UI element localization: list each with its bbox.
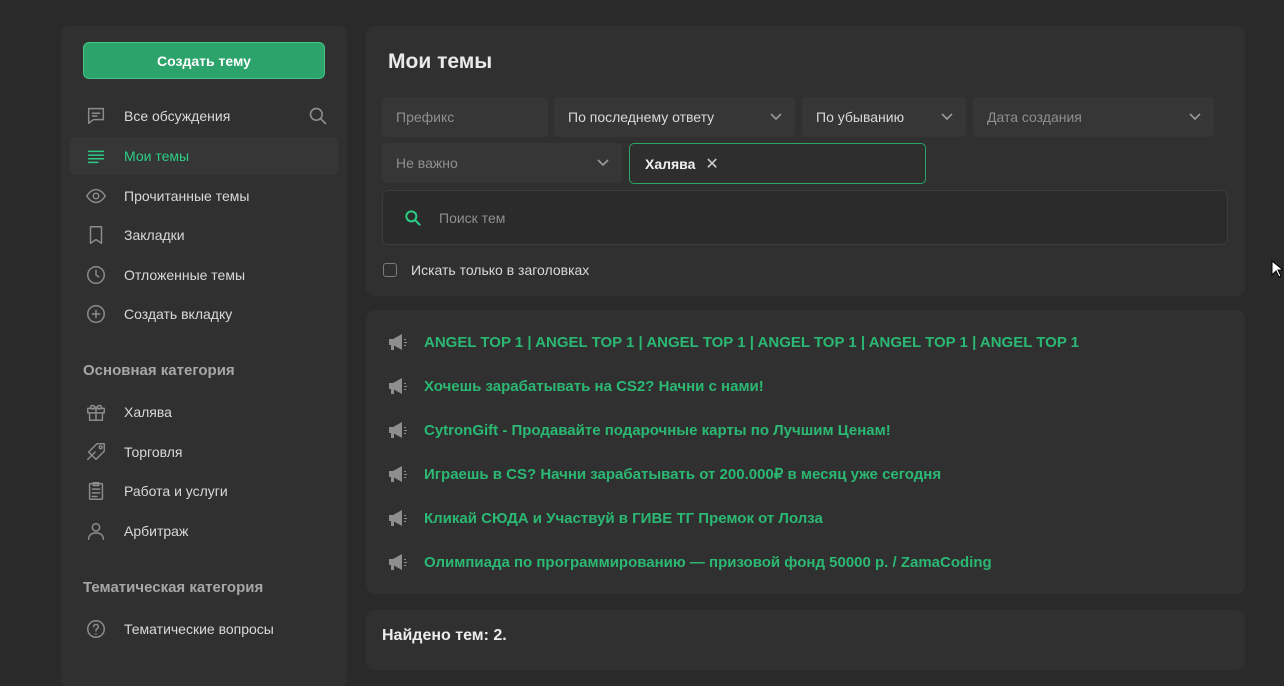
eye-icon (84, 184, 108, 208)
selected-tag: Халява (645, 155, 696, 172)
sidebar-item-thematic-questions[interactable]: Тематические вопросы (70, 610, 338, 648)
tag-icon (84, 440, 108, 464)
order-value: По убыванию (816, 109, 905, 125)
bookmark-icon (84, 223, 108, 247)
sidebar-item-label: Халява (124, 404, 172, 420)
clipboard-icon (84, 479, 108, 503)
sidebar-item-my-topics[interactable]: Мои темы (70, 137, 338, 175)
promo-panel: ANGEL TOP 1 | ANGEL TOP 1 | ANGEL TOP 1 … (366, 310, 1245, 594)
importance-select[interactable]: Не важно (382, 143, 622, 183)
promo-text: CytronGift - Продавайте подарочные карты… (424, 421, 891, 439)
list-icon (84, 144, 108, 168)
sidebar-item-label: Торговля (124, 444, 183, 460)
megaphone-icon (388, 377, 410, 395)
sidebar-item-freebies[interactable]: Халява (70, 393, 338, 431)
question-icon (84, 617, 108, 641)
sidebar-item-read-topics[interactable]: Прочитанные темы (70, 177, 338, 215)
chat-icon (84, 104, 108, 128)
mouse-cursor-icon (1271, 259, 1284, 283)
sidebar-item-label: Прочитанные темы (124, 188, 250, 204)
promo-link[interactable]: ANGEL TOP 1 | ANGEL TOP 1 | ANGEL TOP 1 … (388, 333, 1079, 351)
sort-by-select[interactable]: По последнему ответу (554, 97, 795, 137)
promo-text: Играешь в CS? Начни зарабатывать от 200.… (424, 466, 942, 483)
prefix-select[interactable]: Префикс (382, 97, 548, 137)
search-icon (403, 208, 423, 228)
chevron-down-icon (1188, 109, 1202, 123)
creation-date-placeholder: Дата создания (987, 109, 1082, 125)
clock-icon (84, 263, 108, 287)
results-panel: Найдено тем: 2. (366, 610, 1245, 670)
promo-text: Олимпиада по программированию — призовой… (424, 553, 992, 571)
sidebar-item-work[interactable]: Работа и услуги (70, 472, 338, 510)
sidebar-item-label: Отложенные темы (124, 267, 246, 283)
titles-only-label: Искать только в заголовках (411, 262, 590, 278)
order-select[interactable]: По убыванию (802, 97, 966, 137)
promo-link[interactable]: Играешь в CS? Начни зарабатывать от 200.… (388, 465, 941, 483)
sidebar-item-label: Закладки (124, 227, 185, 243)
sidebar-item-label: Создать вкладку (124, 306, 233, 322)
promo-link[interactable]: CytronGift - Продавайте подарочные карты… (388, 421, 891, 439)
megaphone-icon (388, 465, 410, 483)
promo-text: Кликай СЮДА и Участвуй в ГИВЕ ТГ Премок … (424, 509, 823, 527)
search-icon[interactable] (308, 106, 328, 129)
sidebar-item-label: Мои темы (124, 148, 190, 164)
create-topic-button[interactable]: Создать тему (83, 42, 325, 79)
promo-text: Хочешь зарабатывать на CS2? Начни с нами… (424, 377, 764, 395)
filter-panel: Мои темы Префикс По последнему ответу По… (366, 26, 1245, 296)
sidebar-item-all-discussions[interactable]: Все обсуждения (70, 97, 338, 135)
results-count: Найдено тем: 2. (382, 627, 507, 644)
thematic-category-title: Тематическая категория (83, 579, 264, 596)
forum-tag-select[interactable]: Халява ✕ (629, 143, 926, 184)
titles-only-checkbox[interactable] (383, 263, 397, 277)
promo-link[interactable]: Кликай СЮДА и Участвуй в ГИВЕ ТГ Премок … (388, 509, 823, 527)
prefix-placeholder: Префикс (396, 109, 455, 125)
page-title: Мои темы (388, 50, 493, 73)
sort-by-value: По последнему ответу (568, 109, 715, 125)
sidebar-item-arbitrage[interactable]: Арбитраж (70, 512, 338, 550)
importance-value: Не важно (396, 155, 458, 171)
sidebar-item-postponed[interactable]: Отложенные темы (70, 256, 338, 294)
sidebar-item-label: Работа и услуги (124, 483, 228, 499)
sidebar-item-create-tab[interactable]: Создать вкладку (70, 295, 338, 333)
user-icon (84, 519, 108, 543)
megaphone-icon (388, 509, 410, 527)
gift-icon (84, 400, 108, 424)
sidebar-item-trading[interactable]: Торговля (70, 433, 338, 471)
sidebar-item-label: Тематические вопросы (124, 621, 274, 637)
promo-text: ANGEL TOP 1 | ANGEL TOP 1 | ANGEL TOP 1 … (424, 333, 1080, 351)
chevron-down-icon (769, 109, 783, 123)
chevron-down-icon (596, 155, 610, 169)
megaphone-icon (388, 421, 410, 439)
promo-link[interactable]: Олимпиада по программированию — призовой… (388, 553, 992, 571)
megaphone-icon (388, 333, 410, 351)
sidebar-item-label: Все обсуждения (124, 108, 231, 124)
promo-link[interactable]: Хочешь зарабатывать на CS2? Начни с нами… (388, 377, 764, 395)
sidebar: Создать тему Все обсуждения Мои темы Про… (61, 26, 347, 686)
topic-search-input[interactable]: Поиск тем (382, 190, 1228, 245)
megaphone-icon (388, 553, 410, 571)
search-placeholder: Поиск тем (439, 209, 506, 226)
creation-date-select[interactable]: Дата создания (973, 97, 1214, 137)
main-category-title: Основная категория (83, 362, 235, 379)
close-icon[interactable]: ✕ (705, 154, 718, 174)
titles-only-option[interactable]: Искать только в заголовках (383, 262, 589, 278)
sidebar-item-label: Арбитраж (124, 523, 189, 539)
plus-circle-icon (84, 302, 108, 326)
chevron-down-icon (940, 109, 954, 123)
sidebar-item-bookmarks[interactable]: Закладки (70, 216, 338, 254)
